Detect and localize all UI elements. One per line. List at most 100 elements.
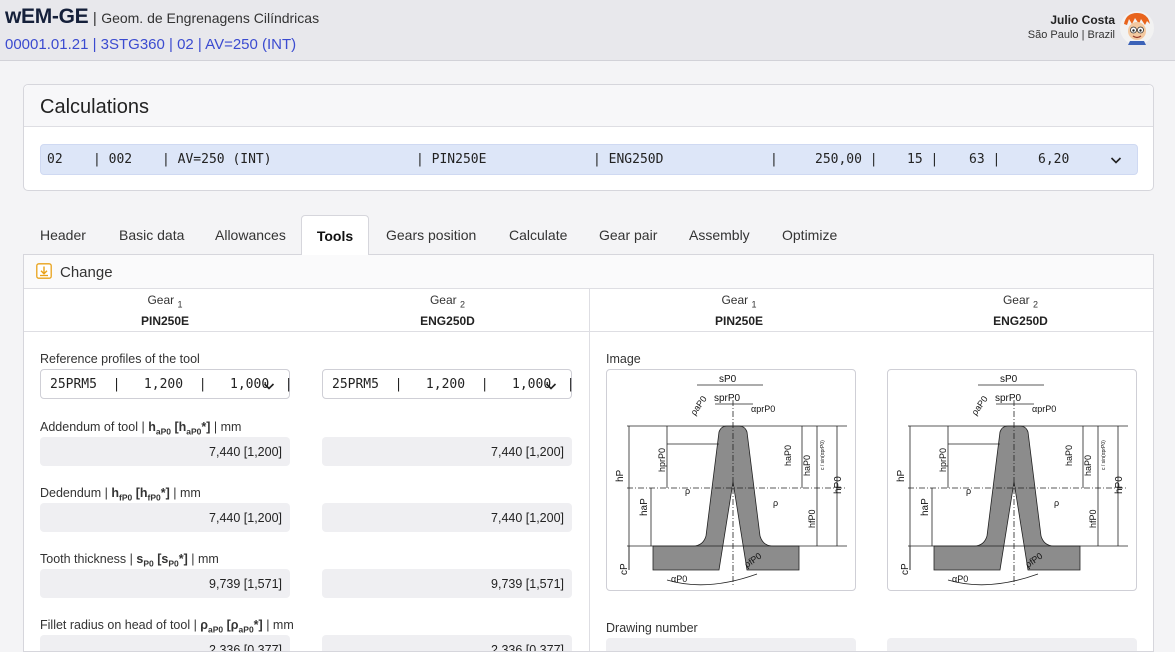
gear-word: Gear xyxy=(147,293,175,307)
calc-col-gear1: | PIN250E xyxy=(416,152,487,167)
tooth-thickness-symbol-sub: P0 xyxy=(143,558,154,569)
calculations-card: Calculations 02 | 002 | AV=250 (INT) | P… xyxy=(23,84,1154,191)
fillet-radius-label: Fillet radius on head of tool | ρaP0 [ρa… xyxy=(40,618,294,635)
diagram-label-hp: hP xyxy=(615,469,626,482)
gear1-drawing-number-field[interactable] xyxy=(606,638,856,651)
gear-word: Gear xyxy=(1002,293,1030,307)
gear2-drawing-number-field[interactable] xyxy=(887,638,1137,651)
image-gear2-column-header: Gear 2 ENG250D xyxy=(888,289,1153,332)
addendum-symbol-norm: [h xyxy=(174,420,187,434)
tab-tools[interactable]: Tools xyxy=(301,215,369,256)
change-toolbar: Change xyxy=(24,255,1153,289)
gear1-tooth-thickness-value: 9,739 [1,571] xyxy=(40,569,290,598)
gear1-profile-select[interactable]: 25PRM5 | 1,200 | 1,000 | xyxy=(40,369,293,399)
gear1-tool-profile-image: sP0 sprP0 ρaP0 αprP0 hP hprP0 haP cP αP0 ρfP0 haP0… xyxy=(606,369,856,591)
addendum-symbol-norm-end: *] xyxy=(201,420,211,434)
tab-optimize[interactable]: Optimize xyxy=(782,215,837,255)
calculations-title: Calculations xyxy=(24,85,1153,127)
tab-basic-data[interactable]: Basic data xyxy=(119,215,184,255)
calc-col-number: | 002 xyxy=(93,152,133,167)
gear2-part: ENG250D xyxy=(420,314,475,328)
gear1-part: PIN250E xyxy=(714,314,764,328)
diagram-label-ap0: αP0 xyxy=(671,574,687,584)
chevron-down-icon[interactable] xyxy=(263,380,275,392)
diagram-label-hprp0: hprP0 xyxy=(657,448,667,472)
gear1-dedendum-value: 7,440 [1,200] xyxy=(40,503,290,532)
calc-col-gear2: | ENG250D xyxy=(593,152,664,167)
diagram-label-rho2: ρ xyxy=(1054,498,1059,508)
tools-panel: Change Gear 1 PIN250E Gear 2 ENG250D Gea… xyxy=(23,255,1154,652)
tab-gear-pair[interactable]: Gear pair xyxy=(599,215,657,255)
gear2-column-header: Gear 2 ENG250D xyxy=(306,289,589,332)
user-location: São Paulo | Brazil xyxy=(1027,29,1115,41)
drawing-number-label: Drawing number xyxy=(606,621,698,635)
diagram-label-hap0: haP0 xyxy=(1064,445,1074,466)
tab-bar: Header Basic data Allowances Tools Gears… xyxy=(23,215,1154,256)
avatar[interactable] xyxy=(1119,10,1155,46)
edit-download-icon[interactable] xyxy=(36,263,52,279)
diagram-label-ffrac: c / sin(αprP0) xyxy=(820,440,826,470)
tab-calculate[interactable]: Calculate xyxy=(509,215,567,255)
gear-subscript: 1 xyxy=(177,299,183,310)
gear-word: Gear xyxy=(721,293,749,307)
calc-col-z2: 63 | xyxy=(969,152,1001,167)
gear2-profile-select[interactable]: 25PRM5 | 1,200 | 1,000 | xyxy=(322,369,575,399)
title-separator: | xyxy=(92,10,97,27)
change-button[interactable]: Change xyxy=(60,264,113,281)
tooth-thickness-text: Tooth thickness | xyxy=(40,552,133,566)
diagram-label-aprp0: αprP0 xyxy=(751,404,775,414)
gear2-fillet-radius-value: 2,336 [0,377] xyxy=(322,635,572,651)
gear1-profile-value: 25PRM5 | 1,200 | 1,000 | xyxy=(50,377,293,392)
diagram-label-hp: hP xyxy=(896,469,907,482)
diagram-label-ffrac: c / sin(αprP0) xyxy=(1101,440,1107,470)
dedendum-text: Dedendum | xyxy=(40,486,108,500)
diagram-label-hap0: haP0 xyxy=(783,445,793,466)
user-info[interactable]: Julio Costa São Paulo | Brazil xyxy=(1028,13,1115,41)
calculation-selector[interactable]: 02 | 002 | AV=250 (INT) | PIN250E | ENG2… xyxy=(40,144,1138,175)
breadcrumb-path[interactable]: 00001.01.21 | 3STG360 | 02 | AV=250 (INT… xyxy=(5,36,296,53)
tool-profile-diagram: sP0sprP0ρaP0 αprP0hPhprP0haPcPαP0ρfP0haP0… xyxy=(896,374,1128,586)
tooth-thickness-label: Tooth thickness | sP0 [sP0*] | mm xyxy=(40,552,219,569)
tooth-thickness-unit: | mm xyxy=(191,552,219,566)
diagram-label-rho2: ρ xyxy=(773,498,778,508)
tab-header[interactable]: Header xyxy=(40,215,86,255)
diagram-label-aprp0: αprP0 xyxy=(1032,404,1056,414)
addendum-symbol-sub: aP0 xyxy=(155,426,171,437)
calc-col-center-distance: 250,00 | xyxy=(815,152,878,167)
user-name: Julio Costa xyxy=(1050,13,1115,27)
dedendum-symbol: h xyxy=(111,486,119,500)
app-subtitle: Geom. de Engrenagens Cilíndricas xyxy=(101,10,320,26)
addendum-text: Addendum of tool | xyxy=(40,420,145,434)
diagram-label-rho: ρ xyxy=(685,486,690,496)
gear1-addendum-value: 7,440 [1,200] xyxy=(40,437,290,466)
image-label: Image xyxy=(606,352,641,366)
addendum-label: Addendum of tool | haP0 [haP0*] | mm xyxy=(40,420,241,437)
diagram-label-hfp0: hfP0 xyxy=(807,509,817,528)
diagram-label-hap0b: haP0 xyxy=(802,455,812,476)
calc-col-description: | AV=250 (INT) xyxy=(162,152,272,167)
gear-subscript: 1 xyxy=(751,299,757,310)
gear2-tooth-thickness-value: 9,739 [1,571] xyxy=(322,569,572,598)
diagram-label-sprp0: sprP0 xyxy=(714,393,741,404)
addendum-symbol: h xyxy=(148,420,156,434)
fillet-radius-symbol-sub: aP0 xyxy=(208,624,224,635)
tab-gears-position[interactable]: Gears position xyxy=(386,215,476,255)
diagram-label-hprp0: hprP0 xyxy=(938,448,948,472)
image-gear1-column-header: Gear 1 PIN250E xyxy=(590,289,888,332)
dedendum-symbol-norm-sub: fP0 xyxy=(147,492,161,503)
diagram-label-sprp0: sprP0 xyxy=(995,393,1022,404)
tooth-thickness-symbol-norm-end: *] xyxy=(178,552,188,566)
tab-assembly[interactable]: Assembly xyxy=(689,215,750,255)
tab-allowances[interactable]: Allowances xyxy=(215,215,286,255)
chevron-down-icon[interactable] xyxy=(1110,154,1122,166)
app-name[interactable]: wEM-GE xyxy=(5,5,89,28)
dedendum-unit: | mm xyxy=(173,486,201,500)
gear-subscript: 2 xyxy=(460,299,466,310)
chevron-down-icon[interactable] xyxy=(545,380,557,392)
gear2-profile-value: 25PRM5 | 1,200 | 1,000 | xyxy=(332,377,575,392)
app-title: wEM-GE | Geom. de Engrenagens Cilíndrica… xyxy=(5,5,319,29)
diagram-label-hfp0: hfP0 xyxy=(1088,509,1098,528)
diagram-label-aap0: ρaP0 xyxy=(688,394,708,417)
reference-profiles-label: Reference profiles of the tool xyxy=(40,352,200,366)
diagram-label-ap0: αP0 xyxy=(952,574,968,584)
